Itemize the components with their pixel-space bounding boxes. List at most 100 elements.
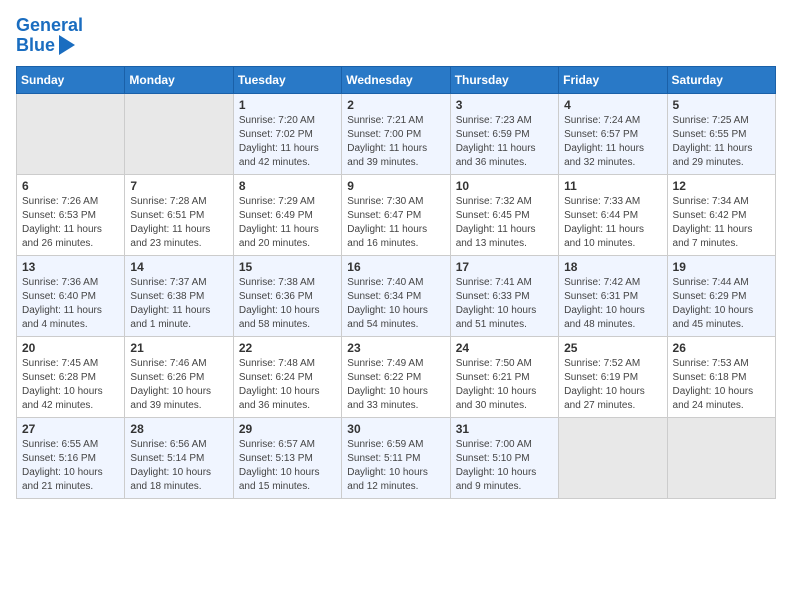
- day-info: Sunrise: 6:56 AMSunset: 5:14 PMDaylight:…: [130, 438, 227, 494]
- day-info: Sunrise: 7:29 AMSunset: 6:49 PMDaylight:…: [239, 195, 336, 251]
- calendar-day-cell: 23Sunrise: 7:49 AMSunset: 6:22 PMDayligh…: [342, 336, 450, 417]
- day-info: Sunrise: 7:30 AMSunset: 6:47 PMDaylight:…: [347, 195, 444, 251]
- calendar-day-cell: 18 Sunrise: 7:42 AMSunset: 6:31 PMDayligh…: [559, 255, 667, 336]
- calendar-day-cell: 19 Sunrise: 7:44 AMSunset: 6:29 PMDayligh…: [667, 255, 775, 336]
- day-number: 16: [347, 260, 444, 274]
- day-info: Sunrise: 7:41 AMSunset: 6:33 PMDaylight:…: [456, 276, 553, 332]
- weekday-header-wednesday: Wednesday: [342, 66, 450, 93]
- day-number: 20: [22, 341, 119, 355]
- logo-general: General: [16, 15, 83, 35]
- day-info: Sunrise: 7:26 AMSunset: 6:53 PMDaylight:…: [22, 195, 119, 251]
- calendar-day-cell: [667, 417, 775, 498]
- day-info: Sunrise: 7:42 AMSunset: 6:31 PMDaylight:…: [564, 276, 661, 332]
- day-number: 9: [347, 179, 444, 193]
- logo: General Blue: [16, 16, 83, 56]
- calendar-day-cell: 8 Sunrise: 7:29 AMSunset: 6:49 PMDaylight…: [233, 174, 341, 255]
- calendar-day-cell: 29 Sunrise: 6:57 AMSunset: 5:13 PMDayligh…: [233, 417, 341, 498]
- day-number: 14: [130, 260, 227, 274]
- day-info: Sunrise: 7:40 AMSunset: 6:34 PMDaylight:…: [347, 276, 444, 332]
- calendar-day-cell: 4 Sunrise: 7:24 AMSunset: 6:57 PMDaylight…: [559, 93, 667, 174]
- calendar-table: SundayMondayTuesdayWednesdayThursdayFrid…: [16, 66, 776, 499]
- day-number: 26: [673, 341, 770, 355]
- day-number: 28: [130, 422, 227, 436]
- weekday-header-sunday: Sunday: [17, 66, 125, 93]
- calendar-week-row: 13Sunrise: 7:36 AMSunset: 6:40 PMDayligh…: [17, 255, 776, 336]
- day-number: 13: [22, 260, 119, 274]
- day-number: 27: [22, 422, 119, 436]
- day-number: 5: [673, 98, 770, 112]
- day-number: 8: [239, 179, 336, 193]
- calendar-day-cell: 10 Sunrise: 7:32 AMSunset: 6:45 PMDayligh…: [450, 174, 558, 255]
- day-info: Sunrise: 7:46 AMSunset: 6:26 PMDaylight:…: [130, 357, 227, 413]
- day-info: Sunrise: 7:23 AMSunset: 6:59 PMDaylight:…: [456, 114, 553, 170]
- calendar-day-cell: 11Sunrise: 7:33 AMSunset: 6:44 PMDayligh…: [559, 174, 667, 255]
- day-info: Sunrise: 7:20 AMSunset: 7:02 PMDaylight:…: [239, 114, 336, 170]
- logo-blue: Blue: [16, 36, 55, 56]
- calendar-day-cell: 30 Sunrise: 6:59 AMSunset: 5:11 PMDayligh…: [342, 417, 450, 498]
- day-number: 3: [456, 98, 553, 112]
- day-number: 4: [564, 98, 661, 112]
- day-info: Sunrise: 6:59 AMSunset: 5:11 PMDaylight:…: [347, 438, 444, 494]
- day-number: 18: [564, 260, 661, 274]
- calendar-day-cell: 28 Sunrise: 6:56 AMSunset: 5:14 PMDayligh…: [125, 417, 233, 498]
- calendar-day-cell: 16 Sunrise: 7:40 AMSunset: 6:34 PMDayligh…: [342, 255, 450, 336]
- day-number: 15: [239, 260, 336, 274]
- day-info: Sunrise: 7:38 AMSunset: 6:36 PMDaylight:…: [239, 276, 336, 332]
- calendar-day-cell: 7 Sunrise: 7:28 AMSunset: 6:51 PMDaylight…: [125, 174, 233, 255]
- weekday-header-tuesday: Tuesday: [233, 66, 341, 93]
- day-info: Sunrise: 6:55 AMSunset: 5:16 PMDaylight:…: [22, 438, 119, 494]
- day-info: Sunrise: 7:32 AMSunset: 6:45 PMDaylight:…: [456, 195, 553, 251]
- calendar-week-row: 6 Sunrise: 7:26 AMSunset: 6:53 PMDaylight…: [17, 174, 776, 255]
- calendar-day-cell: 25Sunrise: 7:52 AMSunset: 6:19 PMDayligh…: [559, 336, 667, 417]
- day-number: 1: [239, 98, 336, 112]
- calendar-day-cell: 22 Sunrise: 7:48 AMSunset: 6:24 PMDayligh…: [233, 336, 341, 417]
- logo-text: General: [16, 16, 83, 36]
- day-number: 31: [456, 422, 553, 436]
- calendar-week-row: 20 Sunrise: 7:45 AMSunset: 6:28 PMDayligh…: [17, 336, 776, 417]
- day-info: Sunrise: 7:48 AMSunset: 6:24 PMDaylight:…: [239, 357, 336, 413]
- calendar-day-cell: 21Sunrise: 7:46 AMSunset: 6:26 PMDayligh…: [125, 336, 233, 417]
- weekday-header-thursday: Thursday: [450, 66, 558, 93]
- day-info: Sunrise: 6:57 AMSunset: 5:13 PMDaylight:…: [239, 438, 336, 494]
- day-info: Sunrise: 7:21 AMSunset: 7:00 PMDaylight:…: [347, 114, 444, 170]
- day-number: 19: [673, 260, 770, 274]
- weekday-header-saturday: Saturday: [667, 66, 775, 93]
- day-number: 29: [239, 422, 336, 436]
- calendar-day-cell: [559, 417, 667, 498]
- day-info: Sunrise: 7:25 AMSunset: 6:55 PMDaylight:…: [673, 114, 770, 170]
- day-number: 23: [347, 341, 444, 355]
- day-number: 22: [239, 341, 336, 355]
- calendar-day-cell: 13Sunrise: 7:36 AMSunset: 6:40 PMDayligh…: [17, 255, 125, 336]
- day-number: 30: [347, 422, 444, 436]
- day-number: 17: [456, 260, 553, 274]
- calendar-day-cell: 9 Sunrise: 7:30 AMSunset: 6:47 PMDaylight…: [342, 174, 450, 255]
- day-number: 6: [22, 179, 119, 193]
- day-info: Sunrise: 7:52 AMSunset: 6:19 PMDaylight:…: [564, 357, 661, 413]
- calendar-day-cell: 6 Sunrise: 7:26 AMSunset: 6:53 PMDaylight…: [17, 174, 125, 255]
- day-info: Sunrise: 7:44 AMSunset: 6:29 PMDaylight:…: [673, 276, 770, 332]
- calendar-day-cell: 3 Sunrise: 7:23 AMSunset: 6:59 PMDaylight…: [450, 93, 558, 174]
- calendar-day-cell: 26Sunrise: 7:53 AMSunset: 6:18 PMDayligh…: [667, 336, 775, 417]
- logo-arrow-icon: [59, 35, 75, 55]
- calendar-week-row: 1 Sunrise: 7:20 AMSunset: 7:02 PMDaylight…: [17, 93, 776, 174]
- calendar-day-cell: 5 Sunrise: 7:25 AMSunset: 6:55 PMDaylight…: [667, 93, 775, 174]
- calendar-day-cell: [125, 93, 233, 174]
- weekday-header-monday: Monday: [125, 66, 233, 93]
- calendar-day-cell: 17 Sunrise: 7:41 AMSunset: 6:33 PMDayligh…: [450, 255, 558, 336]
- day-info: Sunrise: 7:28 AMSunset: 6:51 PMDaylight:…: [130, 195, 227, 251]
- calendar-day-cell: 2Sunrise: 7:21 AMSunset: 7:00 PMDaylight…: [342, 93, 450, 174]
- calendar-day-cell: 1 Sunrise: 7:20 AMSunset: 7:02 PMDaylight…: [233, 93, 341, 174]
- calendar-day-cell: 20 Sunrise: 7:45 AMSunset: 6:28 PMDayligh…: [17, 336, 125, 417]
- day-number: 11: [564, 179, 661, 193]
- day-info: Sunrise: 7:24 AMSunset: 6:57 PMDaylight:…: [564, 114, 661, 170]
- weekday-header-friday: Friday: [559, 66, 667, 93]
- calendar-day-cell: 24Sunrise: 7:50 AMSunset: 6:21 PMDayligh…: [450, 336, 558, 417]
- day-info: Sunrise: 7:50 AMSunset: 6:21 PMDaylight:…: [456, 357, 553, 413]
- day-number: 10: [456, 179, 553, 193]
- day-number: 12: [673, 179, 770, 193]
- day-number: 7: [130, 179, 227, 193]
- day-info: Sunrise: 7:45 AMSunset: 6:28 PMDaylight:…: [22, 357, 119, 413]
- page-header: General Blue: [16, 16, 776, 56]
- weekday-header-row: SundayMondayTuesdayWednesdayThursdayFrid…: [17, 66, 776, 93]
- calendar-day-cell: 27 Sunrise: 6:55 AMSunset: 5:16 PMDayligh…: [17, 417, 125, 498]
